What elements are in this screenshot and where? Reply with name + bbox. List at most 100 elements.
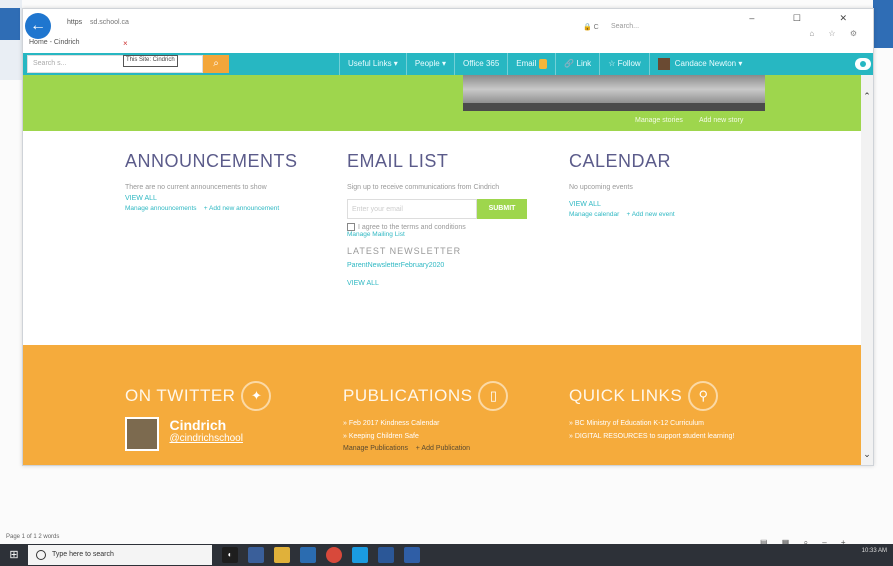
main-content: ANNOUNCEMENTS There are no current annou… xyxy=(23,131,863,349)
manage-publications-link[interactable]: Manage Publications xyxy=(343,445,408,452)
vertical-scrollbar[interactable]: ⌃ ⌄ xyxy=(861,75,873,465)
quick-links-list: BC Ministry of Education K-12 Curriculum… xyxy=(569,417,809,443)
window-controls[interactable]: – ☐ ✕ xyxy=(749,13,865,24)
nav-email[interactable]: Email xyxy=(507,53,555,75)
manage-mailing-list-link[interactable]: Manage Mailing List xyxy=(347,231,547,238)
url-scheme: https xyxy=(67,19,83,26)
app-icon xyxy=(0,8,20,40)
twitter-title: ON TWITTER xyxy=(125,386,236,405)
cortana-icon xyxy=(36,550,46,560)
publications-list: Feb 2017 Kindness Calendar Keeping Child… xyxy=(343,417,553,443)
publication-item[interactable]: Feb 2017 Kindness Calendar xyxy=(343,417,553,430)
agree-row: I agree to the terms and conditions xyxy=(347,223,547,231)
left-app-strip xyxy=(0,0,22,80)
back-arrow-icon[interactable]: ← xyxy=(25,13,51,39)
browser-search-box[interactable]: Search... xyxy=(611,23,639,30)
manage-calendar-link[interactable]: Manage calendar xyxy=(569,211,619,218)
nav-email-label: Email xyxy=(516,59,537,68)
publications-title: PUBLICATIONS xyxy=(343,386,473,405)
footer: ON TWITTER ✦ Cindrich @cindrichschool PUB… xyxy=(23,345,863,465)
nav-follow[interactable]: ☆ Follow xyxy=(599,53,649,75)
submit-button[interactable]: SUBMIT xyxy=(477,199,527,219)
announcements-title: ANNOUNCEMENTS xyxy=(125,151,298,171)
word-icon[interactable] xyxy=(404,547,420,563)
nav-user-label: Candace Newton ▾ xyxy=(674,59,743,68)
taskbar: ⊞ Type here to search ◐ 10:33 AM xyxy=(0,544,893,566)
calendar-empty-text: No upcoming events xyxy=(569,184,633,191)
hero-image xyxy=(463,75,765,111)
chrome-icon[interactable] xyxy=(326,547,342,563)
right-app-strip xyxy=(873,0,893,48)
outlook-icon[interactable] xyxy=(378,547,394,563)
task-view-icon[interactable] xyxy=(248,547,264,563)
publications-section: PUBLICATIONS ▯ Feb 2017 Kindness Calendar… xyxy=(343,381,553,452)
email-list-title: EMAIL LIST xyxy=(347,151,449,171)
quick-link-item[interactable]: DIGITAL RESOURCES to support student lea… xyxy=(569,430,809,443)
add-story-link[interactable]: Add new story xyxy=(699,117,743,124)
nav-office365[interactable]: Office 365 xyxy=(453,53,507,75)
windows-start-icon[interactable]: ⊞ xyxy=(6,547,22,563)
nav-people[interactable]: People ▾ xyxy=(405,53,454,75)
system-tray[interactable]: 10:33 AM xyxy=(862,547,887,555)
browser-titlebar: ← https sd.school.ca Home - Cindrich × 🔒… xyxy=(23,9,873,51)
url-text: sd.school.ca xyxy=(89,19,129,26)
clock: 10:33 AM xyxy=(861,548,887,554)
nav-user[interactable]: Candace Newton ▾ xyxy=(648,53,751,75)
nav-useful-links[interactable]: Useful Links ▾ xyxy=(339,53,406,75)
nav-follow-label: Follow xyxy=(617,59,641,68)
add-announcement-link[interactable]: + Add new announcement xyxy=(204,205,279,212)
taskbar-search-input[interactable]: Type here to search xyxy=(28,545,212,565)
twitter-handle-link[interactable]: @cindrichschool xyxy=(169,433,243,444)
announcements-section: ANNOUNCEMENTS There are no current annou… xyxy=(125,151,325,212)
link-icon: ⚲ xyxy=(688,381,719,411)
quick-links-section: QUICK LINKS ⚲ BC Ministry of Education K-… xyxy=(569,381,809,443)
manage-announcements-link[interactable]: Manage announcements xyxy=(125,205,197,212)
lock-icon: 🔒 C xyxy=(583,24,599,31)
quick-links-title: QUICK LINKS xyxy=(569,386,683,405)
newsletter-title: LATEST NEWSLETTER xyxy=(347,246,462,256)
site-nav: Search s... This Site: Cindrich ⌕ Useful… xyxy=(23,53,873,75)
toolbar-icons[interactable]: ⌂ ☆ ⚙ xyxy=(809,29,863,38)
add-publication-link[interactable]: + Add Publication xyxy=(416,445,470,452)
document-icon: ▯ xyxy=(478,381,509,411)
manage-stories-link[interactable]: Manage stories xyxy=(635,117,683,124)
agree-checkbox[interactable] xyxy=(347,223,355,231)
mic-icon[interactable]: ◐ xyxy=(222,547,238,563)
add-event-link[interactable]: + Add new event xyxy=(626,211,674,218)
agree-label: I agree to the terms and conditions xyxy=(358,223,466,231)
nav-link-label: Link xyxy=(576,59,592,68)
newsletter-view-all[interactable]: VIEW ALL xyxy=(347,278,547,290)
toggle-icon[interactable] xyxy=(855,58,871,70)
search-scope-select[interactable]: This Site: Cindrich xyxy=(123,55,178,67)
twitter-name: Cindrich xyxy=(169,417,227,433)
tab-title: Home - Cindrich xyxy=(29,39,80,46)
announcements-empty-text: There are no current announcements to sh… xyxy=(125,184,267,191)
file-explorer-icon[interactable] xyxy=(274,547,290,563)
scroll-up-icon[interactable]: ⌃ xyxy=(861,91,873,105)
store-icon[interactable] xyxy=(300,547,316,563)
twitter-card: Cindrich @cindrichschool xyxy=(125,417,325,451)
taskbar-apps: ◐ xyxy=(222,547,430,563)
newsletter-link[interactable]: ParentNewsletterFebruary2020 xyxy=(347,260,547,272)
address-bar[interactable]: https sd.school.ca xyxy=(67,19,129,26)
close-tab-icon[interactable]: × xyxy=(123,39,128,48)
taskbar-search-placeholder: Type here to search xyxy=(52,551,114,558)
scroll-down-icon[interactable]: ⌄ xyxy=(861,449,873,463)
email-list-section: EMAIL LIST Sign up to receive communicat… xyxy=(347,151,547,290)
search-icon[interactable]: ⌕ xyxy=(203,55,229,73)
twitter-avatar xyxy=(125,417,159,451)
avatar xyxy=(657,57,670,70)
nav-items: Useful Links ▾ People ▾ Office 365 Email… xyxy=(339,53,750,75)
email-list-text: Sign up to receive communications from C… xyxy=(347,184,500,191)
tab-home[interactable]: Home - Cindrich xyxy=(29,39,80,51)
publication-item[interactable]: Keeping Children Safe xyxy=(343,430,553,443)
announcements-view-all[interactable]: VIEW ALL xyxy=(125,193,325,205)
desktop: ← https sd.school.ca Home - Cindrich × 🔒… xyxy=(0,0,893,566)
email-field[interactable]: Enter your email xyxy=(347,199,477,219)
twitter-icon: ✦ xyxy=(241,381,272,411)
edge-icon[interactable] xyxy=(352,547,368,563)
quick-link-item[interactable]: BC Ministry of Education K-12 Curriculum xyxy=(569,417,809,430)
calendar-view-all[interactable]: VIEW ALL xyxy=(569,199,769,211)
nav-link[interactable]: 🔗 Link xyxy=(555,53,599,75)
calendar-title: CALENDAR xyxy=(569,151,672,171)
